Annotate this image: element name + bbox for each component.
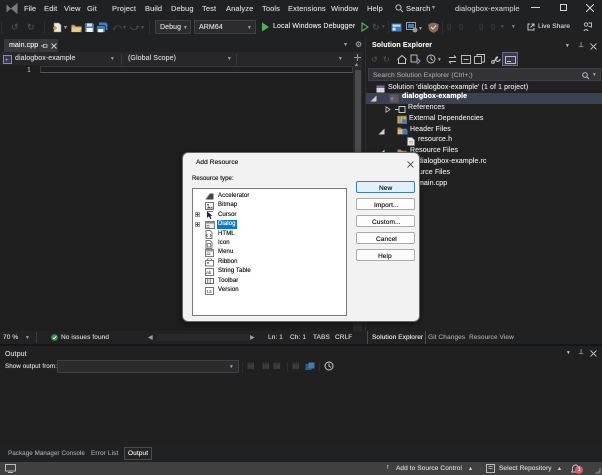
svg-text:ab: ab <box>206 269 212 274</box>
svg-text:13: 13 <box>207 288 213 293</box>
svg-text:+: + <box>390 96 394 103</box>
svg-text:+: + <box>5 58 9 64</box>
